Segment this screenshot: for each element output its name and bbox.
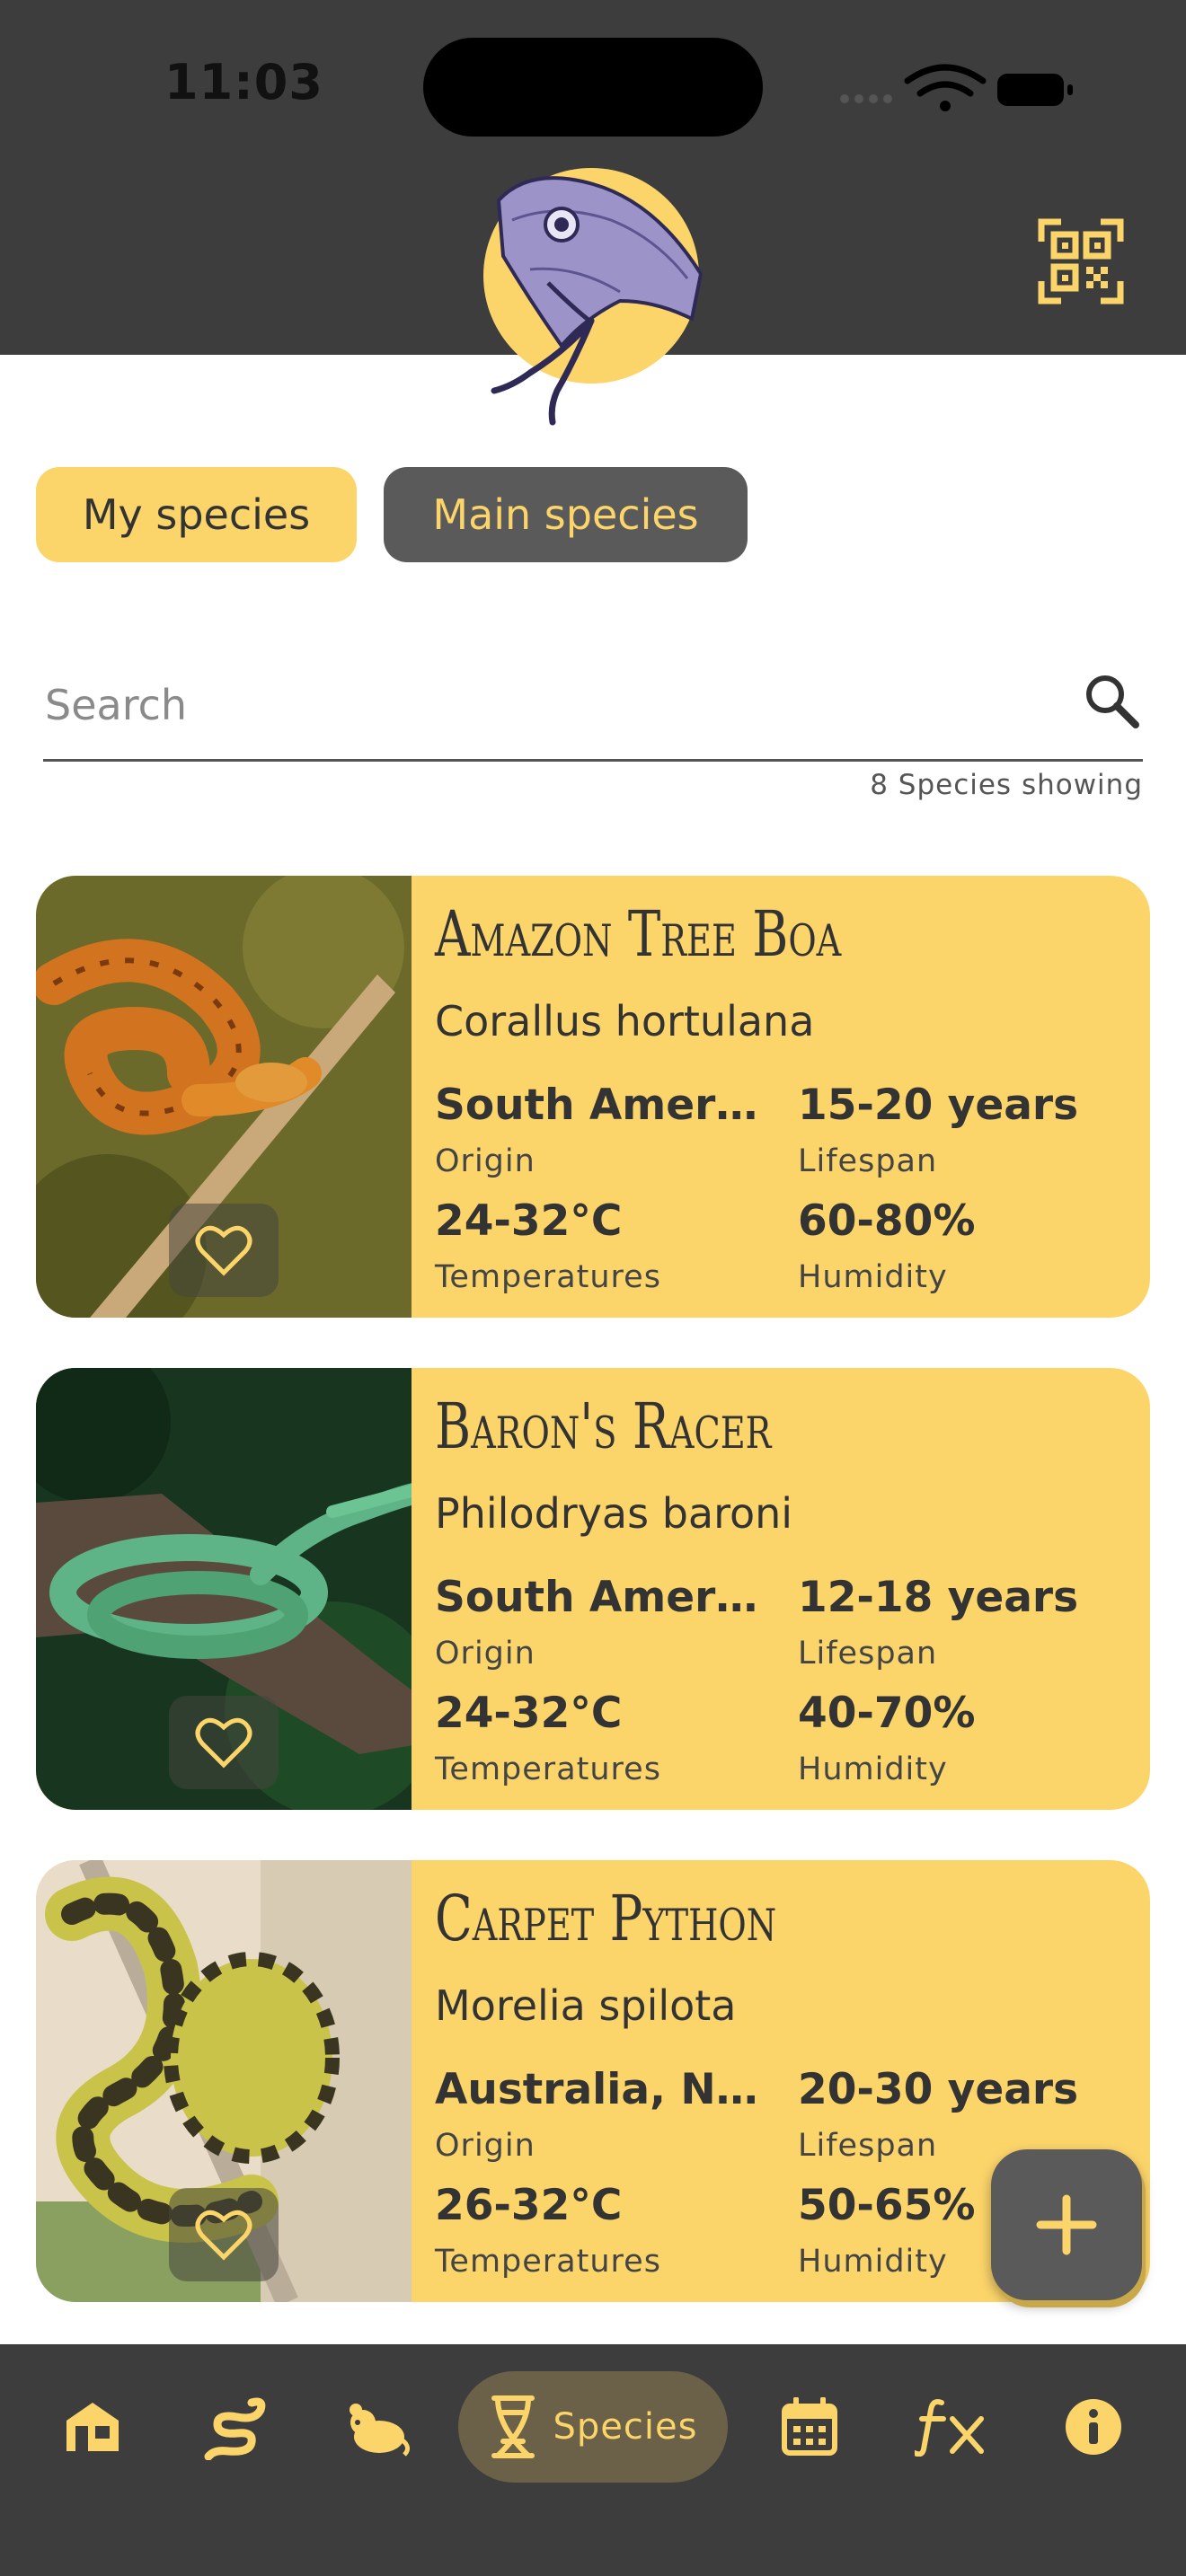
my-species-tab[interactable]: My species xyxy=(36,467,357,562)
nav-species[interactable]: Species xyxy=(458,2371,728,2483)
origin-value: Australia, Ne... xyxy=(435,2065,767,2114)
search-icon[interactable] xyxy=(1080,669,1143,732)
lifespan-label: Lifespan xyxy=(798,2128,938,2164)
species-image xyxy=(36,1860,412,2302)
app-logo xyxy=(483,168,704,426)
qr-scan-icon[interactable] xyxy=(1038,218,1124,304)
calendar-icon xyxy=(782,2397,837,2456)
species-count: 8 Species showing xyxy=(870,769,1143,801)
nav-feeding[interactable] xyxy=(329,2371,424,2483)
species-name: Carpet Python xyxy=(435,1882,777,1955)
wifi-icon xyxy=(904,64,987,97)
heart-icon xyxy=(195,1717,252,1769)
temperature-label: Temperatures xyxy=(435,1259,661,1295)
species-scientific-name: Philodryas baroni xyxy=(435,1489,793,1538)
species-scientific-name: Morelia spilota xyxy=(435,1981,737,2030)
home-icon xyxy=(66,2403,119,2451)
status-icons xyxy=(840,64,1073,111)
plus-icon xyxy=(1036,2194,1097,2255)
nav-calendar[interactable] xyxy=(762,2371,857,2483)
lifespan-label: Lifespan xyxy=(798,1636,938,1672)
temperature-label: Temperatures xyxy=(435,2244,661,2280)
main-species-tab[interactable]: Main species xyxy=(384,467,748,562)
species-name: Baron's Racer xyxy=(435,1389,772,1463)
heart-icon xyxy=(195,1225,252,1276)
humidity-value: 50-65% xyxy=(798,2181,976,2230)
humidity-value: 60-80% xyxy=(798,1196,976,1246)
nav-home[interactable] xyxy=(45,2371,140,2483)
lifespan-value: 20-30 years xyxy=(798,2065,1079,2114)
dna-icon xyxy=(491,2395,535,2458)
species-scientific-name: Corallus hortulana xyxy=(435,997,815,1045)
nav-formulas[interactable] xyxy=(904,2371,999,2483)
temperature-value: 24-32°C xyxy=(435,1689,623,1738)
battery-icon xyxy=(997,74,1073,106)
species-image xyxy=(36,876,412,1318)
nav-species-label: Species xyxy=(553,2406,698,2448)
info-icon xyxy=(1066,2399,1121,2455)
heart-icon xyxy=(195,2210,252,2261)
search-input[interactable] xyxy=(43,673,1035,737)
favorite-button[interactable] xyxy=(169,2188,279,2281)
favorite-button[interactable] xyxy=(169,1204,279,1297)
add-species-button[interactable] xyxy=(991,2149,1142,2300)
humidity-value: 40-70% xyxy=(798,1689,976,1738)
nav-info[interactable] xyxy=(1046,2371,1141,2483)
species-image xyxy=(36,1368,412,1810)
origin-label: Origin xyxy=(435,2128,535,2164)
bottom-nav: Species xyxy=(0,2344,1186,2576)
origin-label: Origin xyxy=(435,1143,535,1179)
signal-icon xyxy=(840,94,892,103)
species-name: Amazon Tree Boa xyxy=(435,897,842,971)
fx-icon xyxy=(915,2399,984,2457)
origin-value: South Americ... xyxy=(435,1573,767,1622)
temperature-value: 26-32°C xyxy=(435,2181,623,2230)
lifespan-label: Lifespan xyxy=(798,1143,938,1179)
lifespan-value: 12-18 years xyxy=(798,1573,1079,1622)
origin-label: Origin xyxy=(435,1636,535,1672)
status-time: 11:03 xyxy=(164,54,323,110)
temperature-label: Temperatures xyxy=(435,1751,661,1787)
species-card[interactable]: Carpet Python Morelia spilota Australia,… xyxy=(36,1860,1150,2302)
snake-icon xyxy=(204,2397,266,2460)
species-card[interactable]: Amazon Tree Boa Corallus hortulana South… xyxy=(36,876,1150,1318)
temperature-value: 24-32°C xyxy=(435,1196,623,1246)
favorite-button[interactable] xyxy=(169,1696,279,1789)
humidity-label: Humidity xyxy=(798,1259,948,1295)
humidity-label: Humidity xyxy=(798,2244,948,2280)
nav-snakes[interactable] xyxy=(187,2371,282,2483)
dynamic-island xyxy=(423,38,763,137)
origin-value: South Americ... xyxy=(435,1081,767,1130)
humidity-label: Humidity xyxy=(798,1751,948,1787)
lifespan-value: 15-20 years xyxy=(798,1081,1079,1130)
species-card[interactable]: Baron's Racer Philodryas baroni South Am… xyxy=(36,1368,1150,1810)
feeder-icon xyxy=(350,2404,410,2457)
search-bar xyxy=(43,660,1143,762)
